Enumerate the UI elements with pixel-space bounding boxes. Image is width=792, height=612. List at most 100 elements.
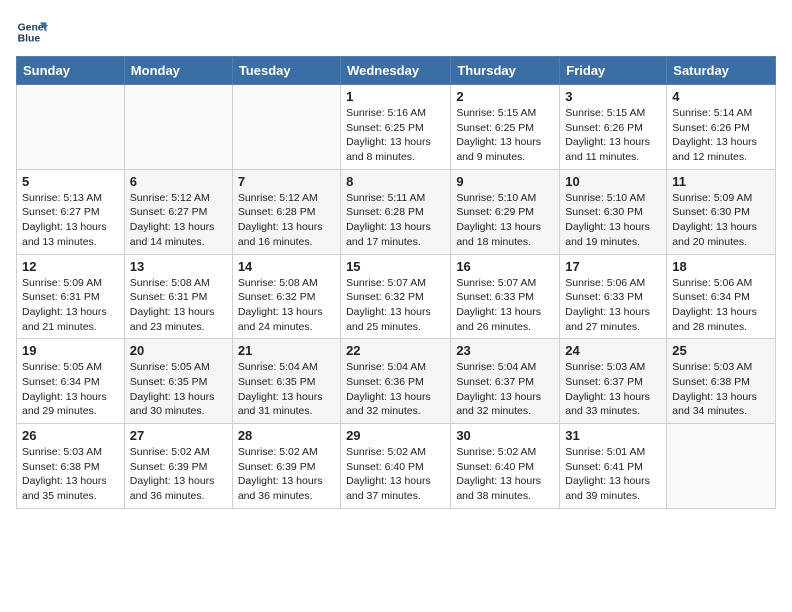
day-info: Sunrise: 5:03 AM Sunset: 6:38 PM Dayligh… — [672, 360, 770, 419]
day-info: Sunrise: 5:05 AM Sunset: 6:35 PM Dayligh… — [130, 360, 227, 419]
calendar-cell: 16 Sunrise: 5:07 AM Sunset: 6:33 PM Dayli… — [451, 254, 560, 339]
day-info: Sunrise: 5:01 AM Sunset: 6:41 PM Dayligh… — [565, 445, 661, 504]
calendar-cell — [124, 85, 232, 170]
day-number: 7 — [238, 174, 335, 189]
day-number: 29 — [346, 428, 445, 443]
day-info: Sunrise: 5:07 AM Sunset: 6:32 PM Dayligh… — [346, 276, 445, 335]
day-number: 10 — [565, 174, 661, 189]
day-number: 3 — [565, 89, 661, 104]
day-number: 1 — [346, 89, 445, 104]
calendar-cell: 17 Sunrise: 5:06 AM Sunset: 6:33 PM Dayli… — [560, 254, 667, 339]
calendar-header-friday: Friday — [560, 57, 667, 85]
day-info: Sunrise: 5:03 AM Sunset: 6:37 PM Dayligh… — [565, 360, 661, 419]
day-info: Sunrise: 5:07 AM Sunset: 6:33 PM Dayligh… — [456, 276, 554, 335]
calendar-cell: 31 Sunrise: 5:01 AM Sunset: 6:41 PM Dayli… — [560, 424, 667, 509]
calendar-week-2: 5Sunrise: 5:13 AM Sunset: 6:27 PM Daylig… — [17, 169, 776, 254]
day-number: 2 — [456, 89, 554, 104]
calendar-header-row: SundayMondayTuesdayWednesdayThursdayFrid… — [17, 57, 776, 85]
day-info: Sunrise: 5:08 AM Sunset: 6:32 PM Dayligh… — [238, 276, 335, 335]
day-info: Sunrise: 5:12 AM Sunset: 6:27 PM Dayligh… — [130, 191, 227, 250]
day-number: 9 — [456, 174, 554, 189]
calendar-header-thursday: Thursday — [451, 57, 560, 85]
day-number: 25 — [672, 343, 770, 358]
calendar-cell: 1 Sunrise: 5:16 AM Sunset: 6:25 PM Daylig… — [341, 85, 451, 170]
day-number: 18 — [672, 259, 770, 274]
day-info: Sunrise: 5:02 AM Sunset: 6:40 PM Dayligh… — [456, 445, 554, 504]
day-number: 23 — [456, 343, 554, 358]
calendar-cell: 26Sunrise: 5:03 AM Sunset: 6:38 PM Dayli… — [17, 424, 125, 509]
day-info: Sunrise: 5:05 AM Sunset: 6:34 PM Dayligh… — [22, 360, 119, 419]
day-info: Sunrise: 5:10 AM Sunset: 6:29 PM Dayligh… — [456, 191, 554, 250]
day-number: 30 — [456, 428, 554, 443]
day-info: Sunrise: 5:14 AM Sunset: 6:26 PM Dayligh… — [672, 106, 770, 165]
day-info: Sunrise: 5:09 AM Sunset: 6:30 PM Dayligh… — [672, 191, 770, 250]
day-info: Sunrise: 5:10 AM Sunset: 6:30 PM Dayligh… — [565, 191, 661, 250]
day-number: 22 — [346, 343, 445, 358]
day-info: Sunrise: 5:04 AM Sunset: 6:35 PM Dayligh… — [238, 360, 335, 419]
day-number: 15 — [346, 259, 445, 274]
calendar-week-5: 26Sunrise: 5:03 AM Sunset: 6:38 PM Dayli… — [17, 424, 776, 509]
calendar-cell: 24 Sunrise: 5:03 AM Sunset: 6:37 PM Dayli… — [560, 339, 667, 424]
calendar-cell: 13Sunrise: 5:08 AM Sunset: 6:31 PM Dayli… — [124, 254, 232, 339]
day-number: 17 — [565, 259, 661, 274]
day-info: Sunrise: 5:02 AM Sunset: 6:39 PM Dayligh… — [238, 445, 335, 504]
day-info: Sunrise: 5:12 AM Sunset: 6:28 PM Dayligh… — [238, 191, 335, 250]
calendar-cell: 29 Sunrise: 5:02 AM Sunset: 6:40 PM Dayli… — [341, 424, 451, 509]
day-info: Sunrise: 5:15 AM Sunset: 6:25 PM Dayligh… — [456, 106, 554, 165]
day-number: 8 — [346, 174, 445, 189]
day-number: 19 — [22, 343, 119, 358]
calendar-cell: 18 Sunrise: 5:06 AM Sunset: 6:34 PM Dayli… — [667, 254, 776, 339]
logo-icon: General Blue — [16, 16, 48, 48]
calendar-header-monday: Monday — [124, 57, 232, 85]
calendar-cell: 6 Sunrise: 5:12 AM Sunset: 6:27 PM Daylig… — [124, 169, 232, 254]
day-number: 24 — [565, 343, 661, 358]
day-number: 13 — [130, 259, 227, 274]
calendar-cell: 20Sunrise: 5:05 AM Sunset: 6:35 PM Dayli… — [124, 339, 232, 424]
calendar-cell: 14 Sunrise: 5:08 AM Sunset: 6:32 PM Dayli… — [232, 254, 340, 339]
calendar-cell: 19 Sunrise: 5:05 AM Sunset: 6:34 PM Dayli… — [17, 339, 125, 424]
calendar-cell: 4 Sunrise: 5:14 AM Sunset: 6:26 PM Daylig… — [667, 85, 776, 170]
calendar-table: SundayMondayTuesdayWednesdayThursdayFrid… — [16, 56, 776, 509]
calendar-cell: 12 Sunrise: 5:09 AM Sunset: 6:31 PM Dayli… — [17, 254, 125, 339]
day-number: 16 — [456, 259, 554, 274]
day-info: Sunrise: 5:04 AM Sunset: 6:37 PM Dayligh… — [456, 360, 554, 419]
calendar-week-4: 19 Sunrise: 5:05 AM Sunset: 6:34 PM Dayli… — [17, 339, 776, 424]
calendar-cell: 15 Sunrise: 5:07 AM Sunset: 6:32 PM Dayli… — [341, 254, 451, 339]
calendar-header-sunday: Sunday — [17, 57, 125, 85]
calendar-cell — [232, 85, 340, 170]
day-number: 4 — [672, 89, 770, 104]
day-info: Sunrise: 5:09 AM Sunset: 6:31 PM Dayligh… — [22, 276, 119, 335]
day-info: Sunrise: 5:16 AM Sunset: 6:25 PM Dayligh… — [346, 106, 445, 165]
day-info: Sunrise: 5:04 AM Sunset: 6:36 PM Dayligh… — [346, 360, 445, 419]
day-info: Sunrise: 5:02 AM Sunset: 6:40 PM Dayligh… — [346, 445, 445, 504]
calendar-cell: 7 Sunrise: 5:12 AM Sunset: 6:28 PM Daylig… — [232, 169, 340, 254]
svg-text:Blue: Blue — [18, 34, 41, 45]
day-info: Sunrise: 5:06 AM Sunset: 6:34 PM Dayligh… — [672, 276, 770, 335]
day-number: 21 — [238, 343, 335, 358]
calendar-week-1: 1 Sunrise: 5:16 AM Sunset: 6:25 PM Daylig… — [17, 85, 776, 170]
day-number: 12 — [22, 259, 119, 274]
calendar-cell: 3Sunrise: 5:15 AM Sunset: 6:26 PM Daylig… — [560, 85, 667, 170]
day-number: 28 — [238, 428, 335, 443]
calendar-cell: 21 Sunrise: 5:04 AM Sunset: 6:35 PM Dayli… — [232, 339, 340, 424]
logo: General Blue — [16, 16, 52, 48]
calendar-cell: 8Sunrise: 5:11 AM Sunset: 6:28 PM Daylig… — [341, 169, 451, 254]
calendar-header-wednesday: Wednesday — [341, 57, 451, 85]
calendar-cell: 28 Sunrise: 5:02 AM Sunset: 6:39 PM Dayli… — [232, 424, 340, 509]
calendar-cell: 5Sunrise: 5:13 AM Sunset: 6:27 PM Daylig… — [17, 169, 125, 254]
day-info: Sunrise: 5:02 AM Sunset: 6:39 PM Dayligh… — [130, 445, 227, 504]
day-number: 27 — [130, 428, 227, 443]
calendar-cell: 27 Sunrise: 5:02 AM Sunset: 6:39 PM Dayli… — [124, 424, 232, 509]
calendar-cell: 23 Sunrise: 5:04 AM Sunset: 6:37 PM Dayli… — [451, 339, 560, 424]
day-number: 31 — [565, 428, 661, 443]
day-number: 14 — [238, 259, 335, 274]
day-number: 11 — [672, 174, 770, 189]
calendar-cell: 25 Sunrise: 5:03 AM Sunset: 6:38 PM Dayli… — [667, 339, 776, 424]
calendar-header-saturday: Saturday — [667, 57, 776, 85]
calendar-week-3: 12 Sunrise: 5:09 AM Sunset: 6:31 PM Dayli… — [17, 254, 776, 339]
calendar-cell: 30 Sunrise: 5:02 AM Sunset: 6:40 PM Dayli… — [451, 424, 560, 509]
day-info: Sunrise: 5:06 AM Sunset: 6:33 PM Dayligh… — [565, 276, 661, 335]
day-number: 6 — [130, 174, 227, 189]
calendar-cell — [17, 85, 125, 170]
calendar-cell: 9 Sunrise: 5:10 AM Sunset: 6:29 PM Daylig… — [451, 169, 560, 254]
